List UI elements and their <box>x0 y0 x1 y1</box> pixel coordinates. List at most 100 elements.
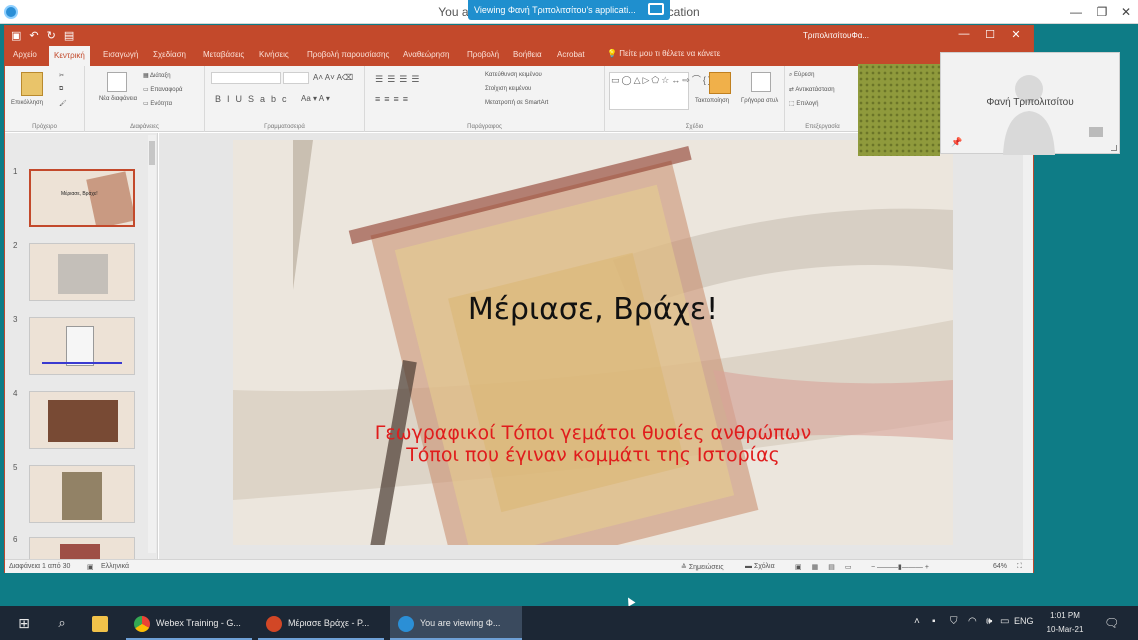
tray-app-icon[interactable]: ▪ <box>932 616 936 627</box>
redo-icon[interactable]: ↻ <box>47 30 64 42</box>
slide-thumbnail-6[interactable] <box>29 537 135 559</box>
slide-thumbnail-4[interactable] <box>29 391 135 449</box>
pin-icon[interactable]: 📌 <box>951 137 962 148</box>
spellcheck-icon[interactable]: ▣ <box>87 563 94 571</box>
select-button[interactable]: ⬚ Επιλογή <box>789 100 818 107</box>
slide-background-image <box>233 140 953 545</box>
reset-button[interactable]: ▭ Επαναφορά <box>143 86 182 93</box>
quick-styles-icon[interactable] <box>751 72 771 92</box>
minimize-icon[interactable]: — <box>1064 3 1088 21</box>
volume-icon[interactable]: 🕪 <box>986 616 992 627</box>
taskbar-webex-viewer[interactable]: You are viewing Φ... <box>390 606 522 640</box>
font-color-button[interactable]: Aa ▾ A ▾ <box>301 94 330 103</box>
tab-design[interactable]: Σχεδίαση <box>153 50 186 59</box>
close-icon[interactable]: ✕ <box>1114 3 1138 21</box>
find-button[interactable]: ⌕ Εύρεση <box>789 72 814 79</box>
tell-me-search[interactable]: 💡 Πείτε μου τι θέλετε να κάνετε <box>607 49 720 58</box>
paragraph-label: Παράγραφος <box>467 124 502 130</box>
slide-thumbnail-5[interactable] <box>29 465 135 523</box>
font-name-dropdown[interactable] <box>211 72 281 84</box>
tray-chevron-icon[interactable]: ˄ <box>914 616 920 627</box>
windows-start-icon[interactable]: ⊞ <box>10 606 38 640</box>
ppt-minimize-icon[interactable]: — <box>951 28 977 40</box>
status-bar: Διαφάνεια 1 από 30 ▣ Ελληνικά ≙ Σημειώσε… <box>5 559 1033 573</box>
tab-help[interactable]: Βοήθεια <box>513 50 542 59</box>
slide-thumbnail-3[interactable] <box>29 317 135 375</box>
slide-thumbnail-1[interactable]: Μέριασε, Βράχε! <box>29 169 135 227</box>
restore-icon[interactable]: ❐ <box>1090 3 1114 21</box>
slide-subtitle-line-2[interactable]: Τόποι που έγιναν κομμάτι της Ιστορίας <box>233 444 953 466</box>
tab-home[interactable]: Κεντρική <box>49 46 90 66</box>
shapes-gallery[interactable]: ▭◯△▷⬠☆↔⇨⌒{} <box>609 72 711 110</box>
taskbar-powerpoint[interactable]: Μέριασε Βράχε - P... <box>258 606 384 640</box>
screen-share-icon[interactable] <box>648 3 664 15</box>
smartart-button[interactable]: Μετατροπή σε SmartArt <box>485 100 548 106</box>
thumb-title: Μέριασε, Βράχε! <box>61 191 98 197</box>
font-size-buttons[interactable]: A˄ A˅ A⌫ <box>313 73 353 82</box>
layout-button[interactable]: ▦ Διάταξη <box>143 72 171 79</box>
slide-title[interactable]: Μέριασε, Βράχε! <box>233 292 953 327</box>
taskbar-webex-chrome[interactable]: Webex Training - G... <box>126 606 252 640</box>
battery-icon[interactable]: ▭ <box>1000 616 1009 627</box>
cut-icon[interactable]: ✂ <box>59 72 64 79</box>
font-size-dropdown[interactable] <box>283 72 309 84</box>
list-buttons[interactable]: ☰☰☰☰ <box>375 74 423 85</box>
tab-animations[interactable]: Κινήσεις <box>259 50 289 59</box>
copy-icon[interactable]: ⧉ <box>59 86 63 93</box>
save-icon[interactable]: ▣ <box>11 30 29 42</box>
quick-access-toolbar[interactable]: ▣↶↻▤ <box>11 29 82 42</box>
fit-slide-icon[interactable]: ⛶ <box>1017 563 1022 571</box>
slide-scrollbar[interactable] <box>1023 133 1033 559</box>
tab-view[interactable]: Προβολή <box>467 50 499 59</box>
paste-icon[interactable] <box>21 72 43 96</box>
comments-button[interactable]: ▬ Σχόλια <box>745 563 775 570</box>
search-icon[interactable]: ⌕ <box>48 606 76 640</box>
present-icon[interactable]: ▤ <box>64 30 82 42</box>
tab-review[interactable]: Αναθεώρηση <box>403 50 449 59</box>
file-explorer-icon[interactable] <box>88 606 118 640</box>
arrange-icon[interactable] <box>709 72 731 94</box>
tab-transitions[interactable]: Μεταβάσεις <box>203 50 244 59</box>
wifi-icon[interactable]: ◠ <box>968 616 977 627</box>
resize-handle-icon[interactable] <box>1111 145 1117 151</box>
tab-acrobat[interactable]: Acrobat <box>557 50 585 59</box>
replace-button[interactable]: ⇄ Αντικατάσταση <box>789 86 835 93</box>
thumb-portrait <box>48 400 118 442</box>
language-status[interactable]: Ελληνικά <box>101 563 129 570</box>
notifications-icon[interactable]: 🗨 <box>1104 616 1119 630</box>
tab-file[interactable]: Αρχείο <box>13 50 37 59</box>
slide-number: 5 <box>13 463 18 472</box>
current-slide[interactable]: Μέριασε, Βράχε! Γεωγραφικοί Τόποι γεμάτο… <box>233 140 953 545</box>
align-buttons[interactable]: ≡≡≡≡ <box>375 94 412 104</box>
new-slide-icon[interactable] <box>107 72 127 92</box>
align-text-button[interactable]: Στοίχιση κειμένου <box>485 86 531 92</box>
format-painter-icon[interactable]: 🖌 <box>59 100 67 107</box>
system-clock[interactable]: 1:01 PM 10-Mar-21 <box>1040 609 1090 637</box>
ppt-close-icon[interactable]: ✕ <box>1003 28 1029 41</box>
section-button[interactable]: ▭ Ενότητα <box>143 100 172 107</box>
thumbnail-scroll-thumb[interactable] <box>149 141 155 165</box>
paste-button[interactable]: Επικόλληση <box>11 100 43 106</box>
lightbulb-icon: 💡 <box>607 49 620 58</box>
arrange-button[interactable]: Τακτοποίηση <box>695 98 729 104</box>
slide-thumbnail-2[interactable] <box>29 243 135 301</box>
input-language[interactable]: ENG <box>1014 616 1034 626</box>
ppt-maximize-icon[interactable]: ☐ <box>977 28 1003 41</box>
notes-button[interactable]: ≙ Σημειώσεις <box>681 563 724 571</box>
tab-slideshow[interactable]: Προβολή παρουσίασης <box>307 50 389 59</box>
slide-subtitle-line-1[interactable]: Γεωγραφικοί Τόποι γεμάτοι θυσίες ανθρώπω… <box>233 422 953 444</box>
new-slide-button[interactable]: Νέα διαφάνεια <box>93 96 143 102</box>
text-direction-button[interactable]: Κατεύθυνση κειμένου <box>485 72 542 78</box>
thumbnail-scrollbar[interactable] <box>148 135 156 553</box>
zoom-level[interactable]: 64% <box>993 563 1007 570</box>
font-style-buttons[interactable]: BIUSabc <box>215 94 293 104</box>
participant-video-panel[interactable]: Φανή Τριπολιτσίτου 📌 <box>940 52 1120 155</box>
tray-shield-icon[interactable]: ⛉ <box>950 616 958 627</box>
tab-insert[interactable]: Εισαγωγή <box>103 50 138 59</box>
view-buttons[interactable]: ▣▦▤▭ <box>795 563 861 571</box>
video-camera-icon[interactable] <box>1089 127 1103 137</box>
zoom-slider[interactable]: − ———▮——— + <box>871 563 929 571</box>
quick-styles-button[interactable]: Γρήγορα στυλ <box>741 98 778 104</box>
undo-icon[interactable]: ↶ <box>29 30 46 42</box>
sharing-banner[interactable]: Viewing Φανή Τριπολιτσίτου's applicati..… <box>468 0 670 20</box>
